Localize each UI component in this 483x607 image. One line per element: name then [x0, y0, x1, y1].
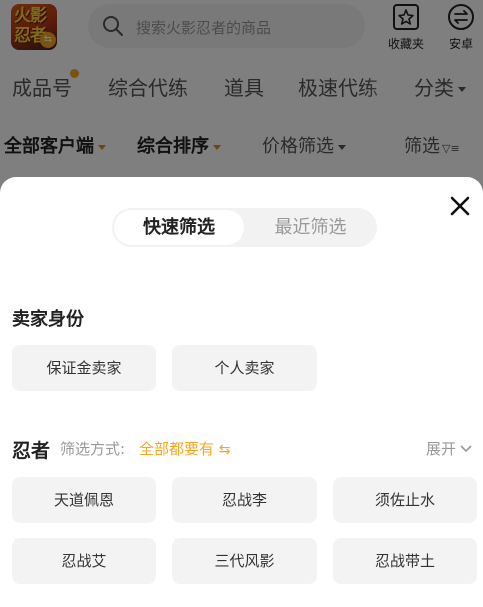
close-icon[interactable]	[446, 192, 474, 220]
chip-ninja[interactable]: 须佐止水	[333, 477, 477, 523]
filter-mode-toggle-value[interactable]: 全部都要有 ⇆	[139, 438, 231, 459]
filter-mode-toggle: 快速筛选 最近筛选	[112, 208, 377, 247]
chip-ninja[interactable]: 忍战艾	[12, 538, 156, 584]
ninja-section-title: 忍者	[12, 440, 51, 462]
tab-quick-filter[interactable]: 快速筛选	[114, 210, 244, 245]
filter-mode-label: 筛选方式:	[60, 440, 126, 458]
chip-personal-seller[interactable]: 个人卖家	[172, 345, 317, 391]
chip-ninja[interactable]: 忍战李	[172, 477, 317, 523]
filter-mode-value: 全部都要有	[139, 440, 215, 458]
chevron-down-icon	[460, 445, 472, 453]
tab-recent-filter[interactable]: 最近筛选	[246, 210, 375, 245]
swap-icon: ⇆	[218, 442, 231, 458]
chip-ninja[interactable]: 三代风影	[172, 538, 317, 584]
expand-button[interactable]: 展开	[426, 438, 473, 459]
chip-deposit-seller[interactable]: 保证金卖家	[12, 345, 156, 391]
filter-sheet: 快速筛选 最近筛选 卖家身份 保证金卖家 个人卖家 忍者 筛选方式: 全部都要有…	[0, 177, 483, 607]
seller-section-title: 卖家身份	[12, 309, 84, 330]
chip-ninja[interactable]: 忍战带土	[333, 538, 477, 584]
expand-label: 展开	[426, 440, 457, 458]
chip-ninja[interactable]: 天道佩恩	[12, 477, 156, 523]
